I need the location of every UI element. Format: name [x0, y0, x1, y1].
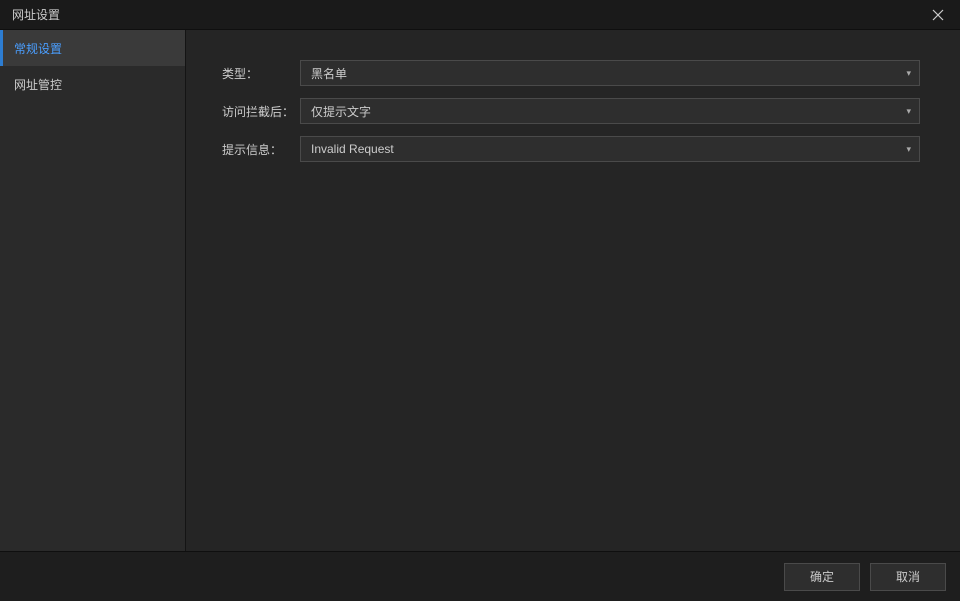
cancel-button[interactable]: 取消	[870, 563, 946, 591]
chevron-down-icon: ▾	[906, 107, 911, 116]
chevron-down-icon: ▾	[906, 69, 911, 78]
sidebar-item-general[interactable]: 常规设置	[0, 30, 185, 66]
titlebar: 网址设置	[0, 0, 960, 30]
hint-select[interactable]: Invalid Request ▾	[300, 136, 920, 162]
sidebar-item-label: 常规设置	[14, 40, 62, 57]
form-row-type: 类型： 黑名单 ▾	[222, 60, 920, 86]
close-button[interactable]	[920, 0, 956, 30]
dialog-title: 网址设置	[12, 6, 60, 23]
after-block-select[interactable]: 仅提示文字 ▾	[300, 98, 920, 124]
after-block-select-value: 仅提示文字	[311, 103, 371, 120]
sidebar-item-url-control[interactable]: 网址管控	[0, 66, 185, 102]
sidebar: 常规设置 网址管控	[0, 30, 186, 551]
footer: 确定 取消	[0, 551, 960, 601]
sidebar-item-label: 网址管控	[14, 76, 62, 93]
hint-select-value: Invalid Request	[311, 142, 394, 156]
ok-button-label: 确定	[810, 568, 834, 585]
body-area: 常规设置 网址管控 类型： 黑名单 ▾ 访问拦截后： 仅提示文字 ▾ 提示信息：…	[0, 30, 960, 551]
chevron-down-icon: ▾	[906, 145, 911, 154]
close-icon	[932, 9, 944, 21]
type-select[interactable]: 黑名单 ▾	[300, 60, 920, 86]
form-label-type: 类型：	[222, 65, 300, 82]
form-label-hint: 提示信息：	[222, 141, 300, 158]
content-panel: 类型： 黑名单 ▾ 访问拦截后： 仅提示文字 ▾ 提示信息： Invalid R…	[186, 30, 960, 551]
type-select-value: 黑名单	[311, 65, 347, 82]
ok-button[interactable]: 确定	[784, 563, 860, 591]
form-label-after-block: 访问拦截后：	[222, 103, 300, 120]
form-row-after-block: 访问拦截后： 仅提示文字 ▾	[222, 98, 920, 124]
form-row-hint: 提示信息： Invalid Request ▾	[222, 136, 920, 162]
cancel-button-label: 取消	[896, 568, 920, 585]
